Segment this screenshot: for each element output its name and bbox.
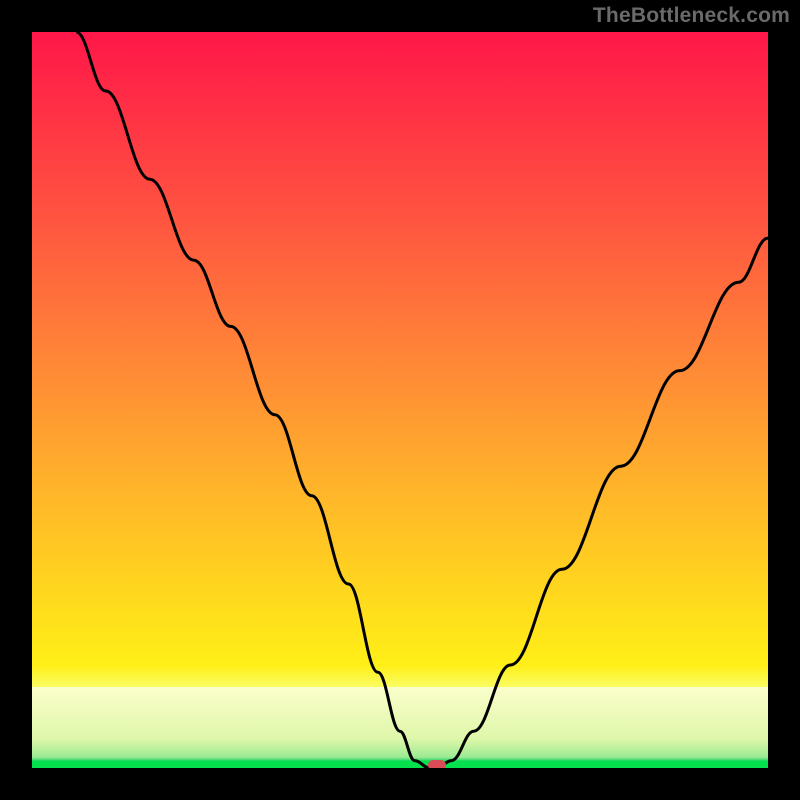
plot-area (32, 32, 768, 768)
bottleneck-curve-svg (32, 32, 768, 768)
chart-frame: TheBottleneck.com (0, 0, 800, 800)
bottleneck-curve-path (76, 32, 768, 768)
watermark-text: TheBottleneck.com (593, 4, 790, 28)
minimum-marker (428, 760, 446, 768)
